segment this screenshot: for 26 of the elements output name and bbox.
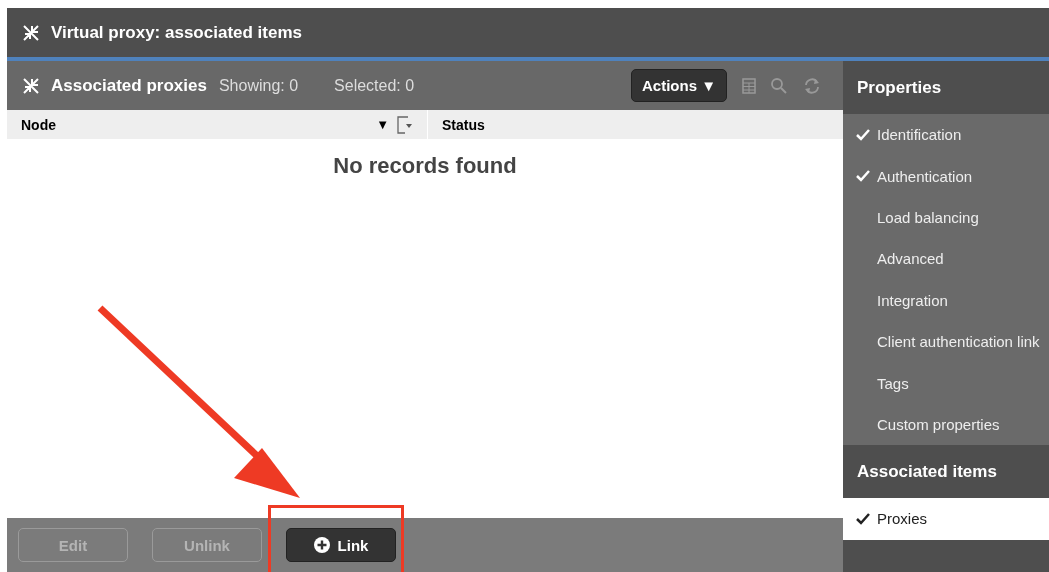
collapse-icon (21, 22, 41, 43)
sidebar-item[interactable]: Custom properties (843, 403, 1049, 446)
refresh-icon[interactable] (802, 75, 822, 96)
table-icon[interactable] (742, 77, 756, 94)
sidebar-item[interactable]: Authentication (843, 155, 1049, 197)
collapse-icon (21, 75, 41, 96)
showing-count: Showing: 0 (218, 76, 299, 95)
sidebar-item[interactable]: Identification (843, 114, 1049, 156)
link-button[interactable]: Link (286, 528, 396, 562)
sidebar-item[interactable]: Integration (843, 279, 1049, 321)
window-title: Virtual proxy: associated items (51, 22, 302, 43)
plus-icon (313, 537, 330, 553)
sidebar-item[interactable]: Advanced (843, 238, 1049, 280)
sidebar-item[interactable]: Load balancing (843, 196, 1049, 239)
search-icon[interactable] (770, 76, 788, 95)
column-header[interactable]: Node ▼ (7, 110, 428, 139)
empty-message: No records found (332, 153, 518, 179)
actions-button[interactable]: Actions ▼ (630, 69, 727, 102)
filter-icon[interactable] (397, 115, 413, 134)
sidebar-item[interactable]: Tags (843, 362, 1049, 404)
sidebar-item[interactable]: Client authentication link (843, 320, 1049, 363)
panel-title: Associated proxies (51, 75, 207, 96)
selected-count: Selected: 0 (334, 76, 415, 95)
column-header[interactable]: Status (428, 110, 499, 139)
sort-icon[interactable]: ▼ (376, 117, 389, 132)
sidebar-item[interactable]: Proxies (843, 498, 1049, 540)
